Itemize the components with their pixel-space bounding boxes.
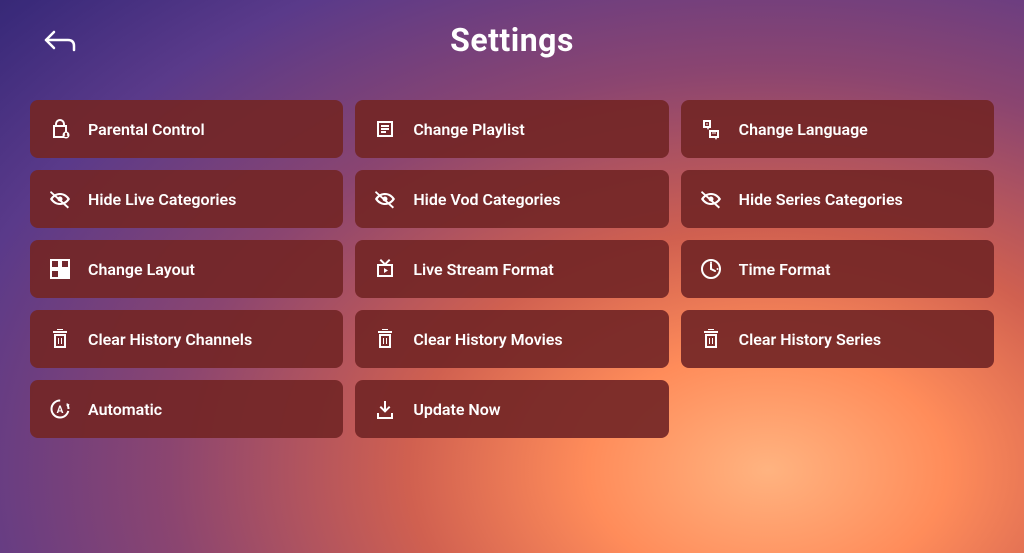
trash-icon [48, 327, 72, 351]
card-label: Clear History Channels [88, 330, 252, 349]
layout-icon [48, 257, 72, 281]
settings-grid: Parental Control Change Playlist Change … [0, 80, 1024, 468]
hide-vod-categories-card[interactable]: Hide Vod Categories [355, 170, 668, 228]
card-label: Live Stream Format [413, 260, 553, 279]
live-stream-format-card[interactable]: Live Stream Format [355, 240, 668, 298]
clear-history-series-card[interactable]: Clear History Series [681, 310, 994, 368]
automatic-card[interactable]: A Automatic [30, 380, 343, 438]
hide-icon [373, 187, 397, 211]
clock-icon [699, 257, 723, 281]
clear-history-channels-card[interactable]: Clear History Channels [30, 310, 343, 368]
auto-icon: A [48, 397, 72, 421]
card-label: Hide Vod Categories [413, 190, 560, 209]
card-label: Change Playlist [413, 120, 524, 139]
language-icon [699, 117, 723, 141]
trash-icon [699, 327, 723, 351]
back-arrow-icon [42, 24, 78, 60]
card-label: Time Format [739, 260, 831, 279]
card-label: Clear History Movies [413, 330, 562, 349]
card-label: Clear History Series [739, 330, 881, 349]
hide-icon [699, 187, 723, 211]
card-label: Change Layout [88, 260, 195, 279]
page-title: Settings [450, 21, 574, 59]
hide-icon [48, 187, 72, 211]
card-label: Parental Control [88, 120, 205, 139]
update-now-card[interactable]: Update Now [355, 380, 668, 438]
parental-control-card[interactable]: Parental Control [30, 100, 343, 158]
header: Settings [0, 0, 1024, 80]
lock-icon [48, 117, 72, 141]
playlist-icon [373, 117, 397, 141]
change-language-card[interactable]: Change Language [681, 100, 994, 158]
tv-icon [373, 257, 397, 281]
card-label: Change Language [739, 120, 868, 139]
time-format-card[interactable]: Time Format [681, 240, 994, 298]
hide-series-categories-card[interactable]: Hide Series Categories [681, 170, 994, 228]
svg-text:A: A [57, 405, 64, 416]
hide-live-categories-card[interactable]: Hide Live Categories [30, 170, 343, 228]
back-button[interactable] [40, 22, 80, 62]
change-layout-card[interactable]: Change Layout [30, 240, 343, 298]
card-label: Automatic [88, 400, 162, 419]
clear-history-movies-card[interactable]: Clear History Movies [355, 310, 668, 368]
trash-icon [373, 327, 397, 351]
change-playlist-card[interactable]: Change Playlist [355, 100, 668, 158]
download-icon [373, 397, 397, 421]
card-label: Hide Live Categories [88, 190, 236, 209]
card-label: Update Now [413, 400, 500, 419]
card-label: Hide Series Categories [739, 190, 903, 209]
